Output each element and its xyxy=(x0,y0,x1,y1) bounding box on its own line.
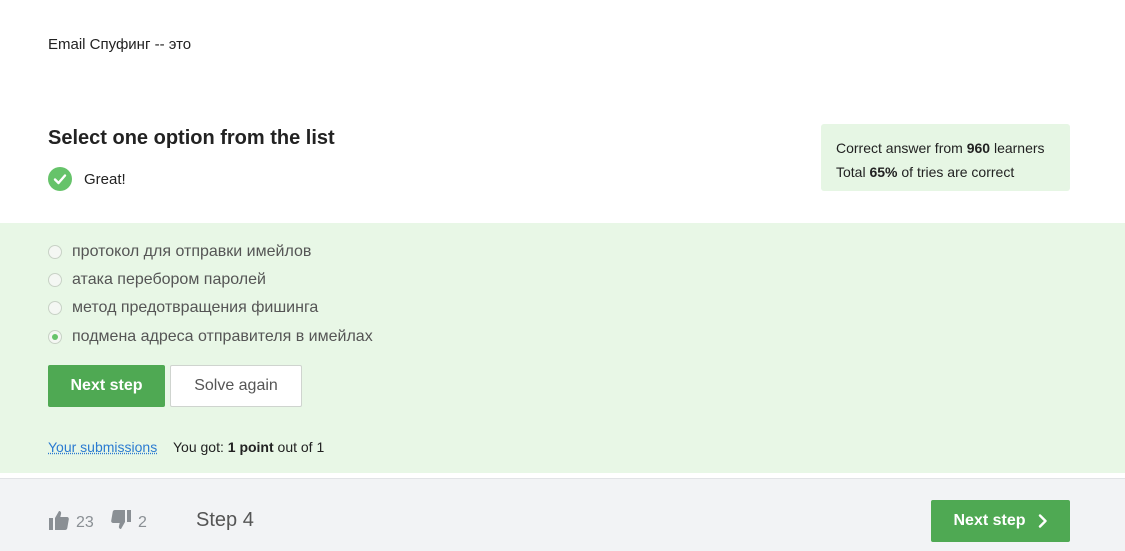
option-label: метод предотвращения фишинга xyxy=(72,299,319,316)
step-label: Step 4 xyxy=(196,509,254,531)
result-points: 1 point xyxy=(227,439,274,455)
thumbs-up-icon xyxy=(48,509,70,536)
feedback-label: Great! xyxy=(84,170,126,188)
answer-area: протокол для отправки имейлов атака пере… xyxy=(0,223,1125,473)
correct-percent: 65% xyxy=(869,164,898,180)
option-label: подмена адреса отправителя в имейлах xyxy=(72,328,373,345)
stats-tries: Total 65% of tries are correct xyxy=(836,164,1015,180)
option-4[interactable]: подмена адреса отправителя в имейлах xyxy=(48,328,373,346)
dislikes-count: 2 xyxy=(138,513,147,531)
your-submissions-link[interactable]: Your submissions xyxy=(48,439,157,455)
option-2[interactable]: атака перебором паролей xyxy=(48,271,266,289)
radio-button[interactable] xyxy=(48,273,62,287)
check-circle-icon xyxy=(48,167,72,191)
learners-count: 960 xyxy=(966,140,991,156)
stats-panel: Correct answer from 960 learners Total 6… xyxy=(821,124,1070,191)
option-3[interactable]: метод предотвращения фишинга xyxy=(48,299,318,317)
likes-count: 23 xyxy=(76,513,94,531)
option-label: протокол для отправки имейлов xyxy=(72,243,312,260)
next-step-button[interactable]: Next step xyxy=(48,365,165,407)
solve-again-button[interactable]: Solve again xyxy=(170,365,302,407)
instructions-title: Select one option from the list xyxy=(48,127,335,149)
step-footer: 23 2 Step 4 Next step xyxy=(0,478,1125,551)
radio-button[interactable] xyxy=(48,330,62,344)
feedback-status: Great! xyxy=(48,167,126,191)
question-text: Email Спуфинг -- это xyxy=(48,36,192,53)
thumbs-down-icon xyxy=(110,509,132,536)
option-label: атака перебором паролей xyxy=(72,271,266,288)
submission-result: You got: 1 point out of 1 xyxy=(173,439,325,455)
chevron-right-icon xyxy=(1038,514,1048,528)
like-button[interactable]: 23 xyxy=(48,509,94,536)
dislike-button[interactable]: 2 xyxy=(110,509,147,536)
radio-button[interactable] xyxy=(48,301,62,315)
option-1[interactable]: протокол для отправки имейлов xyxy=(48,243,311,261)
footer-next-step-button[interactable]: Next step xyxy=(931,500,1070,542)
radio-button[interactable] xyxy=(48,245,62,259)
stats-learners: Correct answer from 960 learners xyxy=(836,140,1045,156)
